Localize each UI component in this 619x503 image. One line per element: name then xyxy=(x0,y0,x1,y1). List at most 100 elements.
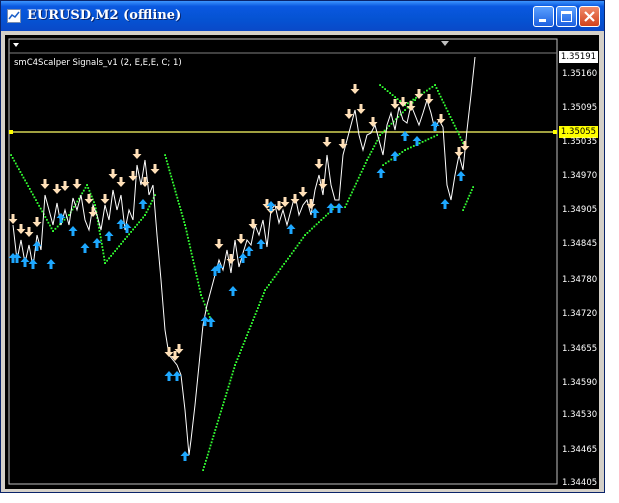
trend-dot xyxy=(382,164,384,166)
trend-dot xyxy=(253,316,256,318)
trend-dot xyxy=(223,398,226,400)
trend-dot xyxy=(467,197,469,200)
trend-dot xyxy=(360,170,363,173)
trend-dot xyxy=(168,169,171,172)
trend-dot xyxy=(451,119,453,121)
price-tick: 1.34655 xyxy=(562,344,598,354)
trend-dot xyxy=(206,456,208,459)
trend-dot xyxy=(46,218,48,221)
trend-dot xyxy=(124,238,126,240)
trend-dot xyxy=(434,84,436,86)
trend-dot xyxy=(221,407,223,410)
current-price-label: 1.35191 xyxy=(558,50,599,64)
trend-dot xyxy=(462,209,464,211)
hline-right-handle[interactable] xyxy=(553,130,557,134)
trend-dot xyxy=(54,227,57,230)
trend-dot xyxy=(122,240,124,243)
trend-dot xyxy=(99,236,102,239)
trend-dot xyxy=(27,185,30,187)
trend-dot xyxy=(214,429,217,431)
trend-dot xyxy=(185,230,188,233)
hline-left-handle[interactable] xyxy=(9,130,13,134)
trend-dot xyxy=(271,278,274,281)
trend-dot xyxy=(108,257,110,260)
trend-dot xyxy=(396,98,399,100)
trend-dot xyxy=(363,165,366,167)
trend-dot xyxy=(132,228,134,231)
trend-dot xyxy=(315,223,318,226)
chart-background xyxy=(5,35,599,489)
trend-dot xyxy=(233,367,236,370)
price-tick: 1.34405 xyxy=(562,478,598,488)
trend-dot xyxy=(179,205,181,208)
trend-dot xyxy=(220,410,222,413)
trend-dot xyxy=(275,273,278,276)
trend-dot xyxy=(207,312,210,315)
trend-dot xyxy=(277,270,280,273)
close-button[interactable] xyxy=(579,6,600,27)
trend-dot xyxy=(198,284,200,287)
trend-dot xyxy=(182,218,185,220)
trend-dot xyxy=(208,316,211,318)
trend-dot xyxy=(283,263,285,265)
trend-dot xyxy=(344,206,346,208)
trend-dot xyxy=(252,319,254,321)
trend-dot xyxy=(187,236,189,239)
trend-dot xyxy=(186,233,189,236)
trend-dot xyxy=(459,136,462,139)
trend-dot xyxy=(423,91,426,94)
trend-dot xyxy=(189,246,192,249)
trend-dot xyxy=(445,107,448,110)
trend-dot xyxy=(194,268,197,271)
trend-dot xyxy=(242,343,245,345)
trend-dot xyxy=(175,193,178,196)
trend-dot xyxy=(90,195,93,198)
maximize-icon xyxy=(561,11,572,22)
price-tick: 1.34845 xyxy=(562,239,598,249)
chart-canvas[interactable] xyxy=(5,35,599,489)
trend-dot xyxy=(112,252,114,255)
trend-dot xyxy=(458,133,460,136)
trend-dot xyxy=(140,219,142,221)
trend-dot xyxy=(240,349,242,351)
trend-dot xyxy=(25,182,28,185)
trend-dot xyxy=(93,201,95,204)
trend-dot xyxy=(222,404,224,407)
trend-dot xyxy=(359,173,362,176)
trend-dot xyxy=(431,86,434,88)
trend-dot xyxy=(184,227,187,230)
trend-dot xyxy=(44,216,47,218)
trend-dot xyxy=(172,181,174,184)
trend-dot xyxy=(246,334,248,336)
trend-dot xyxy=(261,295,264,297)
trend-dot xyxy=(231,373,234,376)
trend-dot xyxy=(181,215,184,217)
trend-dot xyxy=(138,221,140,224)
trend-dot xyxy=(11,157,14,159)
trend-dot xyxy=(196,278,199,281)
trend-dot xyxy=(374,142,377,145)
trend-dot xyxy=(147,208,149,211)
trend-dot xyxy=(179,209,182,211)
trend-dot xyxy=(351,191,353,194)
title-bar[interactable]: EURUSD,M2 (offline) xyxy=(1,1,604,31)
trend-dot xyxy=(52,230,54,232)
trend-dot xyxy=(38,204,40,207)
trend-dot xyxy=(178,202,180,205)
trend-dot xyxy=(383,129,386,132)
trend-dot xyxy=(87,187,90,189)
trend-dot xyxy=(352,188,355,191)
trend-dot xyxy=(192,259,194,261)
trend-dot xyxy=(229,379,232,382)
chart-area[interactable]: smC4Scalper Signals_v1 (2, E,E,E, C; 1) … xyxy=(5,35,599,489)
trend-dot xyxy=(165,160,168,163)
trend-dot xyxy=(435,87,438,89)
trend-dot xyxy=(174,190,177,193)
trend-dot xyxy=(404,109,406,111)
maximize-button[interactable] xyxy=(556,6,577,27)
trend-dot xyxy=(353,185,356,188)
trend-dot xyxy=(106,259,108,262)
trend-dot xyxy=(211,438,214,441)
minimize-button[interactable] xyxy=(533,6,554,27)
trend-dot xyxy=(258,304,260,306)
